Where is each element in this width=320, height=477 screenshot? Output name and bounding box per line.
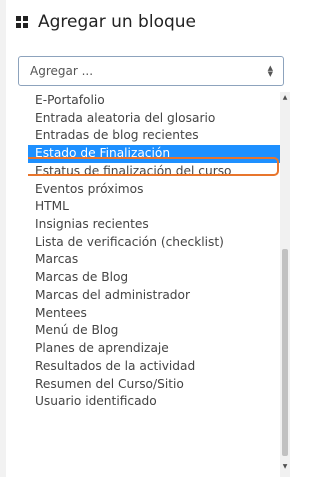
- dropdown-option[interactable]: E-Portafolio: [28, 92, 280, 110]
- dropdown-option[interactable]: Mentees: [28, 305, 280, 323]
- dropdown-option[interactable]: Estatus de finalización del curso: [28, 163, 280, 181]
- dropdown-option[interactable]: Insignias recientes: [28, 216, 280, 234]
- dropdown-option[interactable]: Marcas: [28, 251, 280, 269]
- dropdown-scrollbar[interactable]: ▲ ▼: [280, 92, 290, 477]
- select-value: Agregar ...: [30, 64, 94, 78]
- dropdown-option[interactable]: Entradas de blog recientes: [28, 127, 280, 145]
- dropdown-option[interactable]: Lista de verificación (checklist): [28, 234, 280, 252]
- dropdown-option[interactable]: Resumen del Curso/Sitio: [28, 376, 280, 394]
- add-block-dropdown[interactable]: E-Portafolio Entrada aleatoria del glosar…: [28, 92, 290, 477]
- scroll-down-arrow-icon[interactable]: ▼: [280, 461, 290, 473]
- dropdown-option[interactable]: Resultados de la actividad: [28, 358, 280, 376]
- dropdown-option[interactable]: HTML: [28, 198, 280, 216]
- block-header: Agregar un bloque: [16, 10, 196, 34]
- block-title: Agregar un bloque: [38, 12, 196, 32]
- page-left-edge: [0, 0, 6, 477]
- dropdown-option[interactable]: Entrada aleatoria del glosario: [28, 110, 280, 128]
- dropdown-option[interactable]: Planes de aprendizaje: [28, 340, 280, 358]
- dropdown-option[interactable]: Menú de Blog: [28, 322, 280, 340]
- dropdown-options: E-Portafolio Entrada aleatoria del glosar…: [28, 92, 280, 411]
- dropdown-option[interactable]: Marcas de Blog: [28, 269, 280, 287]
- blocks-icon: [16, 16, 28, 28]
- dropdown-option[interactable]: Marcas del administrador: [28, 287, 280, 305]
- dropdown-option-selected[interactable]: Estado de Finalización: [28, 145, 280, 163]
- dropdown-option[interactable]: Usuario identificado: [28, 393, 280, 411]
- select-arrows-icon: ▲ ▼: [267, 64, 273, 78]
- scroll-up-arrow-icon[interactable]: ▲: [280, 92, 290, 104]
- add-block-select[interactable]: Agregar ... ▲ ▼: [18, 56, 284, 86]
- dropdown-option[interactable]: Eventos próximos: [28, 181, 280, 199]
- scrollbar-thumb[interactable]: [282, 249, 288, 456]
